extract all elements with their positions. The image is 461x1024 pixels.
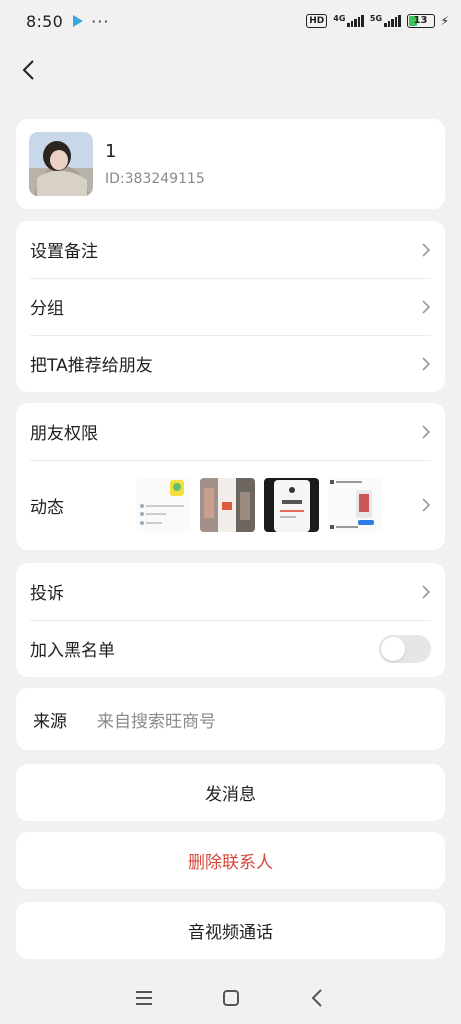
back-nav-icon[interactable]	[307, 987, 329, 1009]
moment-thumbnail[interactable]	[264, 478, 319, 532]
friend-group: 朋友权限 动态	[16, 403, 445, 550]
av-call-button[interactable]: 音视频通话	[16, 902, 445, 959]
settings-group: 设置备注 分组 把TA推荐给朋友	[16, 221, 445, 392]
complaint-label: 投诉	[30, 584, 64, 604]
source-value: 来自搜索旺商号	[97, 711, 216, 732]
group-row[interactable]: 分组	[16, 278, 445, 335]
play-store-icon	[73, 15, 84, 27]
chevron-right-icon	[422, 299, 431, 314]
chevron-left-icon	[22, 60, 34, 80]
delete-contact-button[interactable]: 删除联系人	[16, 832, 445, 889]
contact-nickname: 1	[105, 141, 117, 162]
source-card: 来源 来自搜索旺商号	[16, 688, 445, 750]
back-button[interactable]	[18, 58, 42, 82]
status-bar: 8:50 ··· HD 4G 5G 13 ⚡	[0, 0, 461, 42]
profile-card[interactable]: 1 ID:383249115	[16, 119, 445, 209]
chevron-right-icon	[422, 498, 431, 512]
blacklist-label: 加入黑名单	[30, 641, 115, 661]
moment-thumbnail[interactable]	[328, 478, 383, 532]
battery-level: 13	[413, 15, 428, 26]
recommend-row[interactable]: 把TA推荐给朋友	[16, 335, 445, 392]
send-message-button[interactable]: 发消息	[16, 764, 445, 821]
more-notifications-icon: ···	[91, 11, 110, 31]
chevron-right-icon	[422, 356, 431, 371]
status-time: 8:50	[26, 11, 64, 31]
home-icon[interactable]	[220, 987, 242, 1009]
menu-icon[interactable]	[133, 987, 155, 1009]
safety-group: 投诉 加入黑名单	[16, 563, 445, 677]
hd-badge: HD	[306, 14, 328, 28]
chevron-right-icon	[422, 424, 431, 439]
complaint-row[interactable]: 投诉	[16, 563, 445, 620]
system-nav-bar	[0, 972, 461, 1024]
recommend-label: 把TA推荐给朋友	[30, 356, 153, 376]
chevron-right-icon	[422, 584, 431, 599]
group-label: 分组	[30, 299, 64, 319]
blacklist-toggle[interactable]	[379, 634, 431, 663]
signal-icon	[347, 15, 364, 27]
contact-id: ID:383249115	[105, 171, 205, 187]
network-4g-label: 4G	[333, 14, 346, 23]
blacklist-row: 加入黑名单	[16, 620, 445, 677]
avatar[interactable]	[29, 132, 93, 196]
moments-thumbnails	[136, 478, 383, 532]
battery-icon: 13	[406, 14, 435, 28]
moments-row[interactable]: 动态	[16, 460, 445, 550]
moment-thumbnail[interactable]	[136, 478, 191, 532]
set-remark-row[interactable]: 设置备注	[16, 221, 445, 278]
source-label: 来源	[33, 711, 67, 732]
chevron-right-icon	[422, 242, 431, 257]
moments-label: 动态	[30, 497, 64, 518]
friend-permissions-row[interactable]: 朋友权限	[16, 403, 445, 460]
network-5g-label: 5G	[369, 14, 383, 23]
avatar-image	[29, 132, 93, 196]
signal-icon-2	[384, 15, 401, 27]
moment-thumbnail[interactable]	[200, 478, 255, 532]
friend-permissions-label: 朋友权限	[30, 424, 98, 444]
charging-icon: ⚡	[440, 14, 449, 28]
set-remark-label: 设置备注	[30, 242, 98, 262]
status-icons: HD 4G 5G 13 ⚡	[306, 14, 449, 28]
